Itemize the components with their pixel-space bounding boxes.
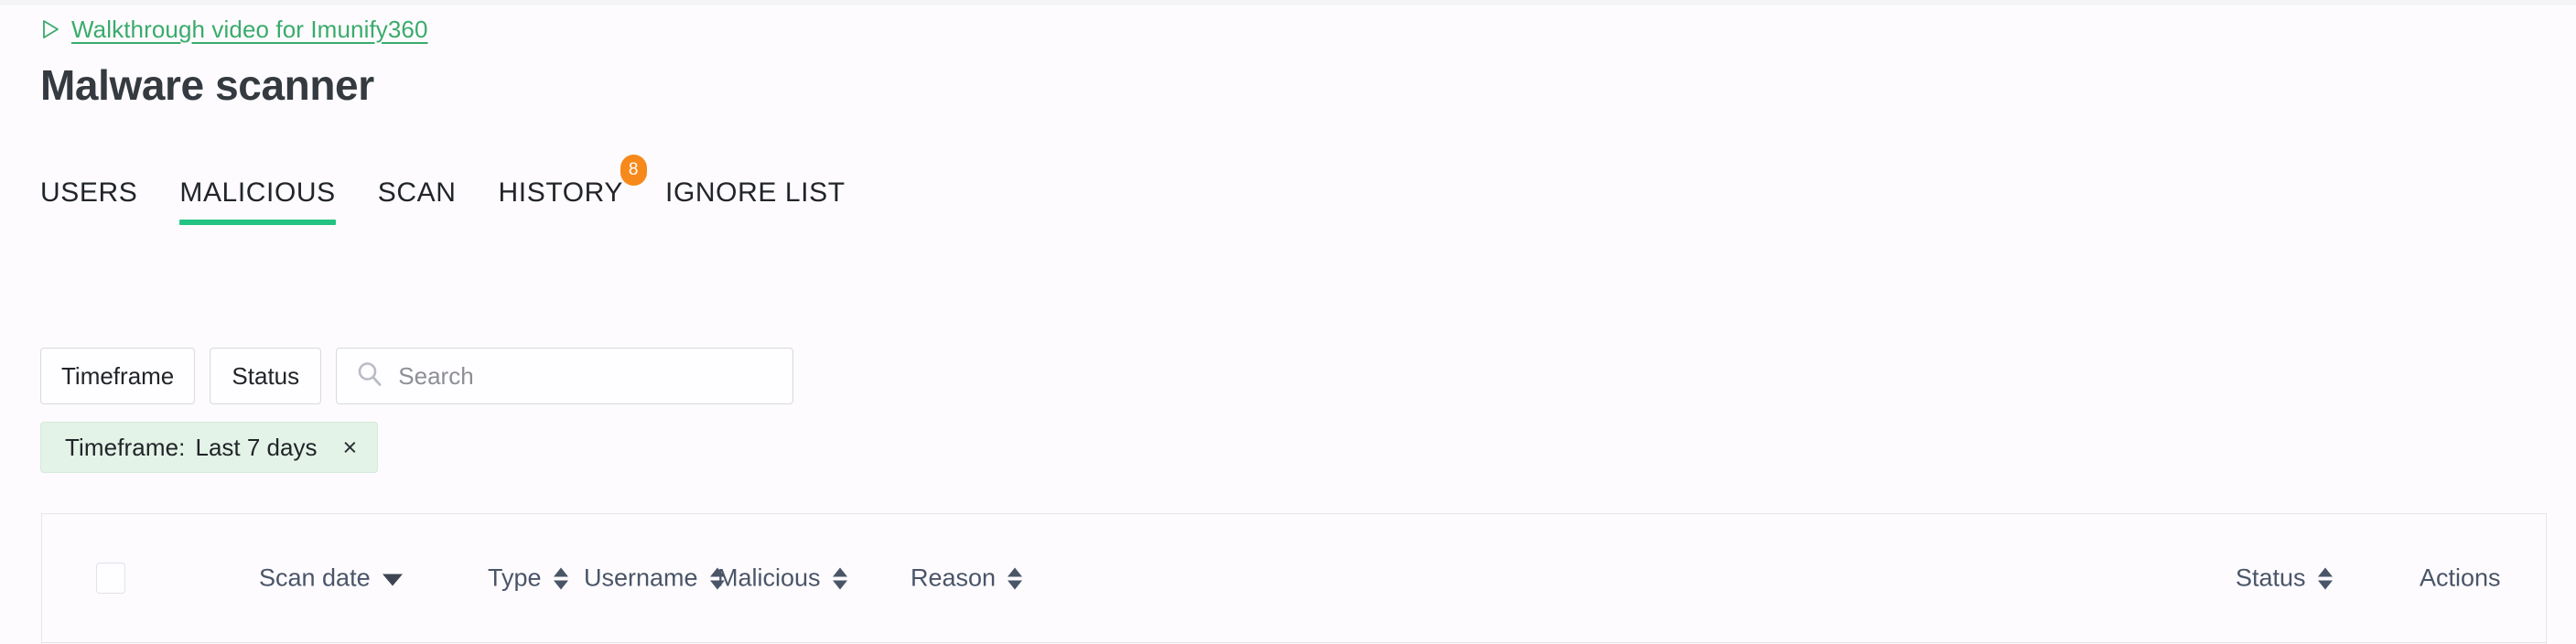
walkthrough-link-row[interactable]: Walkthrough video for Imunify360 (41, 15, 428, 44)
status-filter-button[interactable]: Status (210, 348, 322, 404)
select-all-checkbox[interactable] (96, 563, 125, 594)
column-label: Status (2236, 564, 2306, 592)
table-header-row: Scan date Type Username Malicious Reason… (42, 514, 2546, 643)
page-title: Malware scanner (40, 61, 374, 109)
applied-filters: Timeframe: Last 7 days × (40, 422, 379, 473)
column-header-reason[interactable]: Reason (911, 564, 1023, 593)
sort-both-icon (553, 567, 568, 589)
column-header-actions: Actions (2420, 564, 2501, 593)
tab-label: SCAN (377, 177, 457, 208)
column-label: Username (584, 564, 698, 592)
chip-remove-icon[interactable]: × (342, 435, 357, 460)
column-label: Type (488, 564, 542, 592)
walkthrough-video-link[interactable]: Walkthrough video for Imunify360 (71, 16, 428, 44)
tab-scan[interactable]: SCAN (378, 177, 457, 229)
column-label: Scan date (259, 564, 371, 592)
tab-label: IGNORE LIST (665, 177, 846, 208)
chip-label: Timeframe: (65, 433, 186, 461)
history-count-badge: 8 (620, 155, 648, 186)
chip-value: Last 7 days (195, 433, 318, 461)
filter-toolbar: Timeframe Status (40, 348, 794, 404)
sort-both-icon (832, 567, 847, 589)
tab-users[interactable]: USERS (40, 177, 137, 229)
search-icon (337, 360, 398, 392)
column-header-scan-date[interactable]: Scan date (259, 564, 403, 593)
select-all-cell[interactable] (96, 563, 125, 594)
play-triangle-icon (41, 19, 59, 39)
tab-history[interactable]: HISTORY 8 (498, 155, 648, 229)
tab-label: HISTORY (498, 177, 624, 208)
tab-label: USERS (40, 177, 138, 208)
column-header-username[interactable]: Username (584, 564, 725, 593)
column-header-malicious[interactable]: Malicious (717, 564, 847, 593)
column-label: Actions (2420, 564, 2501, 592)
tab-bar: USERS MALICIOUS SCAN HISTORY 8 IGNORE LI… (40, 155, 846, 234)
malicious-table: Scan date Type Username Malicious Reason… (41, 513, 2547, 644)
timeframe-filter-button[interactable]: Timeframe (40, 348, 196, 404)
filter-chip-timeframe[interactable]: Timeframe: Last 7 days × (40, 422, 379, 473)
tab-label: MALICIOUS (179, 177, 336, 208)
sort-desc-icon (382, 574, 403, 585)
page-root: Walkthrough video for Imunify360 Malware… (0, 5, 2576, 644)
tab-malicious[interactable]: MALICIOUS (179, 177, 337, 229)
sort-both-icon (1008, 567, 1023, 589)
column-label: Malicious (717, 564, 821, 592)
column-header-type[interactable]: Type (488, 564, 568, 593)
column-header-status[interactable]: Status (2236, 564, 2333, 593)
tab-ignore-list[interactable]: IGNORE LIST (665, 177, 846, 229)
column-label: Reason (911, 564, 997, 592)
sort-both-icon (2317, 567, 2333, 589)
search-box[interactable] (336, 348, 794, 404)
search-input[interactable] (398, 358, 765, 394)
